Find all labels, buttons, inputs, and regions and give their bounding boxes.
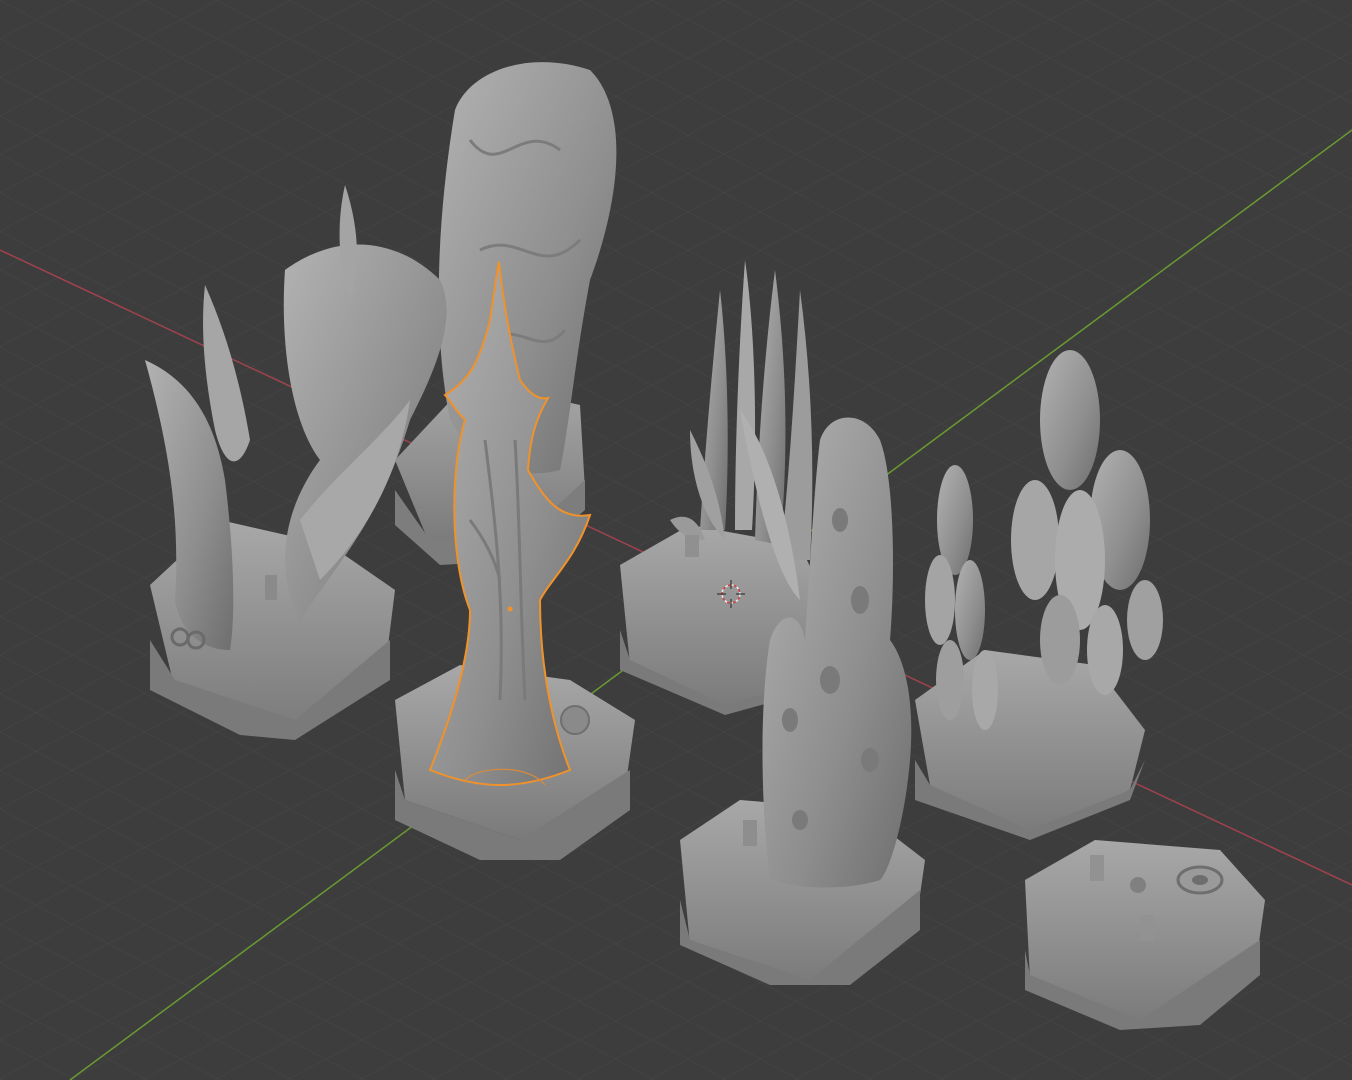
3d-viewport[interactable] (0, 0, 1352, 1080)
object-origin-dot (507, 606, 513, 612)
viewport-canvas[interactable] (0, 0, 1352, 1080)
